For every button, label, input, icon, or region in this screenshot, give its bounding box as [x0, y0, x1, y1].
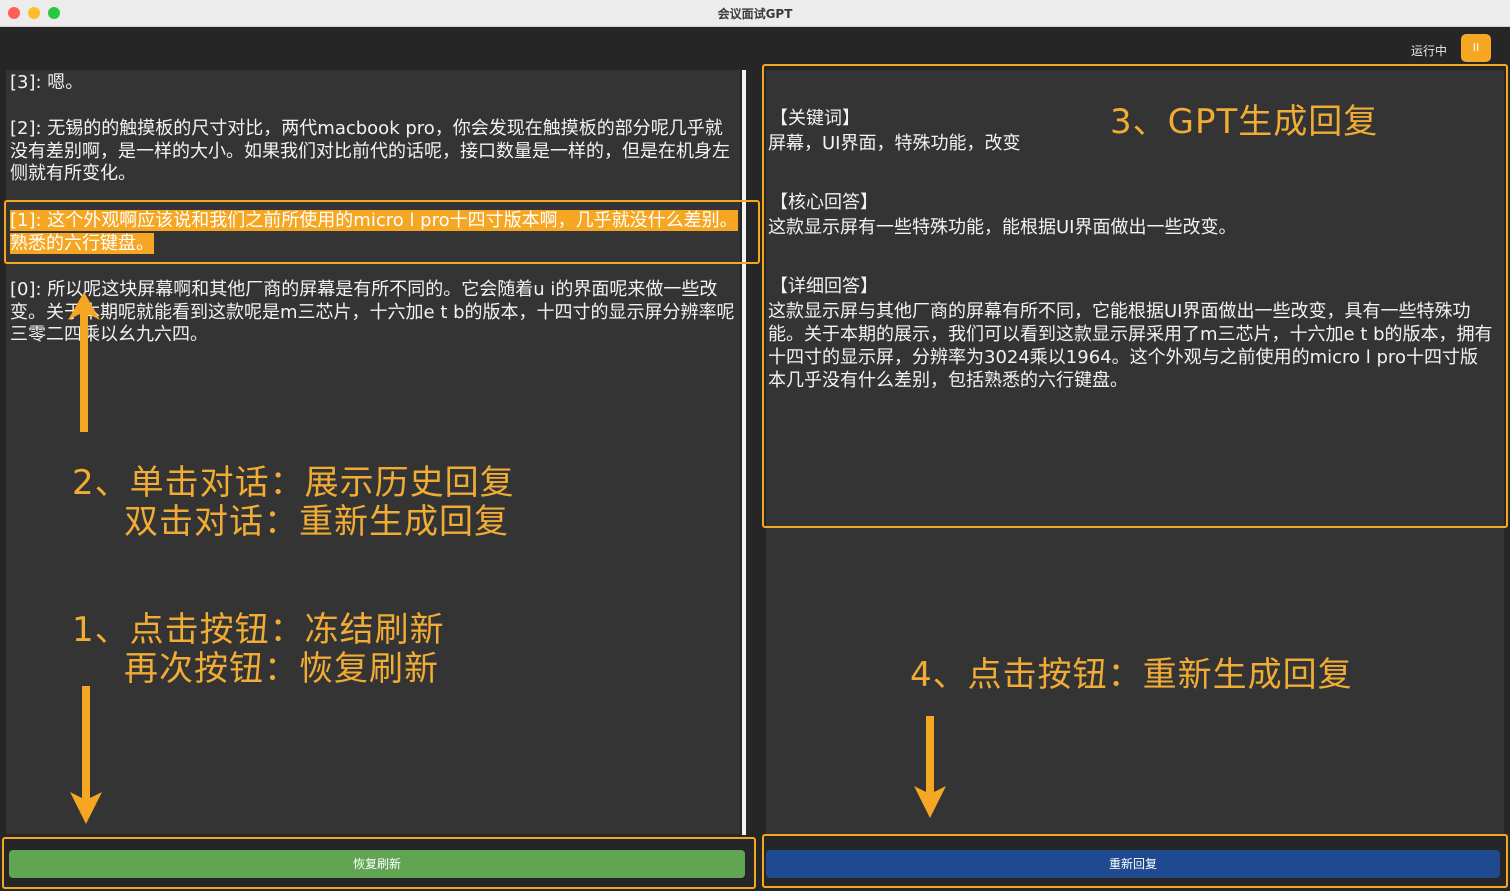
status-label: 运行中 [1410, 44, 1447, 58]
regenerate-reply-button[interactable]: 重新回复 [766, 850, 1500, 878]
window-title: 会议面试GPT [717, 7, 793, 21]
title-bar: 会议面试GPT [0, 0, 1510, 27]
pause-icon: II [1472, 41, 1480, 54]
transcript-item-selected[interactable]: [1]: 这个外观啊应该说和我们之前所使用的micro l pro十四寸版本啊，… [10, 210, 740, 255]
annotation-freeze-refresh: 1、点击按钮：冻结刷新 [72, 610, 445, 650]
transcript-item[interactable]: [3]: 嗯。 [10, 72, 740, 95]
pause-button[interactable]: II [1461, 34, 1491, 62]
detail-answer-text: 这款显示屏与其他厂商的屏幕有所不同，它能根据UI界面做出一些改变，具有一些特殊功… [768, 301, 1493, 391]
annotation-resume-refresh: 再次按钮：恢复刷新 [124, 649, 439, 689]
panel-splitter[interactable] [742, 70, 746, 835]
core-answer-text: 这款显示屏有一些特殊功能，能根据UI界面做出一些改变。 [768, 217, 1237, 238]
response-panel [766, 70, 1504, 834]
annotation-gpt-reply: 3、GPT生成回复 [1110, 102, 1379, 142]
annotation-double-click-dialog: 双击对话：重新生成回复 [124, 502, 509, 542]
resume-refresh-button[interactable]: 恢复刷新 [9, 850, 745, 878]
transcript-item-text: [0]: 所以呢这块屏幕啊和其他厂商的屏幕是有所不同的。它会随着u i的界面呢来… [10, 279, 735, 345]
transcript-item-text: [1]: 这个外观啊应该说和我们之前所使用的micro l pro十四寸版本啊，… [10, 210, 738, 254]
core-answer-heading: 【核心回答】 [770, 192, 878, 213]
detail-answer-heading: 【详细回答】 [770, 276, 878, 297]
annotation-regenerate: 4、点击按钮：重新生成回复 [910, 655, 1353, 695]
annotation-click-dialog: 2、单击对话：展示历史回复 [72, 463, 515, 503]
transcript-item-text: [3]: 嗯。 [10, 72, 84, 93]
transcript-item[interactable]: [2]: 无锡的的触摸板的尺寸对比，两代macbook pro，你会发现在触摸板… [10, 118, 740, 186]
transcript-item[interactable]: [0]: 所以呢这块屏幕啊和其他厂商的屏幕是有所不同的。它会随着u i的界面呢来… [10, 279, 740, 347]
transcript-item-text: [2]: 无锡的的触摸板的尺寸对比，两代macbook pro，你会发现在触摸板… [10, 118, 730, 184]
keywords-heading: 【关键词】 [770, 108, 860, 129]
